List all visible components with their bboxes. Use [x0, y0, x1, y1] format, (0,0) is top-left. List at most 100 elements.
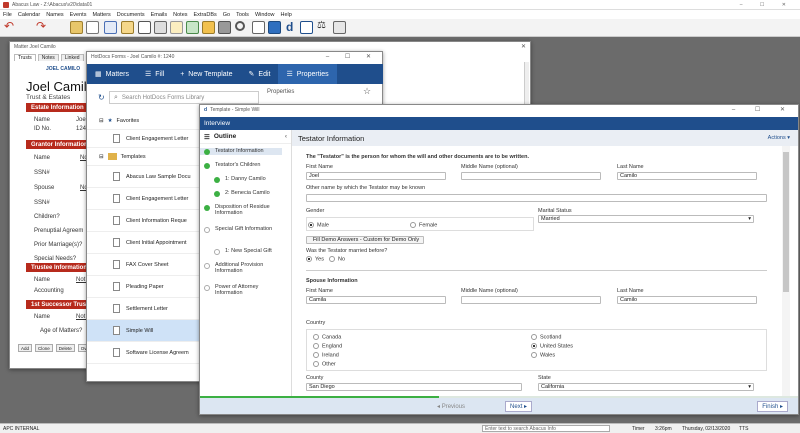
nav-properties[interactable]: ☰ Properties [278, 64, 337, 84]
scroll-thumb[interactable] [783, 152, 789, 292]
matter-btn-1[interactable]: Clone [35, 344, 53, 352]
middle-name-input[interactable] [461, 172, 601, 180]
menu-go[interactable]: Go [223, 12, 230, 18]
matter-tab-linked[interactable]: Linked [60, 54, 84, 61]
matter-btn-2[interactable]: Delete [55, 344, 75, 352]
d-icon[interactable]: d [286, 20, 299, 34]
outline-item[interactable]: 1: Danny Camilo [200, 176, 282, 183]
refresh-icon[interactable]: ↻ [98, 93, 105, 102]
radio-icon[interactable] [531, 343, 537, 349]
menu-events[interactable]: Events [70, 12, 87, 18]
outline-item[interactable]: Power of Attorney Information [200, 284, 282, 296]
radio-icon[interactable] [531, 334, 537, 340]
law-library-icon[interactable] [300, 21, 313, 34]
outline-item[interactable]: 2: Benecia Camilo [200, 190, 282, 197]
marital-status-select[interactable]: Married ▾ [538, 215, 754, 223]
money-icon[interactable] [202, 21, 215, 34]
spouse-last-input[interactable]: Camilo [617, 296, 757, 304]
country-option[interactable]: Wales [531, 352, 555, 358]
state-select[interactable]: California ▾ [538, 383, 754, 391]
country-option[interactable]: Canada [313, 334, 341, 340]
next-button[interactable]: Next ▸ [505, 400, 533, 412]
spouse-first-input[interactable]: Camila [306, 296, 446, 304]
menu-extradbs[interactable]: ExtraDBs [194, 12, 217, 18]
first-name-input[interactable]: Joel [306, 172, 446, 180]
yes-radio[interactable] [306, 256, 312, 262]
forward-icon[interactable]: ↷ [36, 19, 49, 33]
no-radio[interactable] [329, 256, 335, 262]
nav-fill[interactable]: ☰ Fill [137, 64, 172, 84]
outline-item[interactable]: Testator's Children [200, 162, 282, 169]
country-option[interactable]: Scotland [531, 334, 561, 340]
outline-item[interactable]: Testator Information [200, 148, 282, 155]
married-no[interactable]: No [329, 256, 345, 262]
window-controls[interactable]: ‒ ☐ ✕ [740, 2, 794, 8]
events-icon[interactable] [104, 21, 117, 34]
outline-panel: ☰ Outline ‹ Testator Information Testator'… [200, 130, 292, 400]
menu-calendar[interactable]: Calendar [18, 12, 40, 18]
country-option[interactable]: Other [313, 361, 336, 367]
notes-icon[interactable] [170, 21, 183, 34]
star-icon[interactable]: ☆ [363, 86, 371, 97]
outline-item[interactable]: 1: New Special Gift [200, 248, 282, 255]
print-icon[interactable] [218, 21, 231, 34]
outline-item[interactable]: Disposition of Residue Information [200, 204, 282, 216]
finish-button[interactable]: Finish ▸ [757, 400, 788, 412]
country-option[interactable]: England [313, 343, 342, 349]
form-scrollbar[interactable] [782, 146, 790, 396]
nav-edit[interactable]: ✎ Edit [241, 64, 279, 84]
radio-icon[interactable] [313, 352, 319, 358]
country-option[interactable]: United States [531, 343, 573, 349]
menu-documents[interactable]: Documents [117, 12, 145, 18]
country-option[interactable]: Ireland [313, 352, 339, 358]
radio-icon[interactable] [313, 334, 319, 340]
scales-icon[interactable]: ⚖ [317, 20, 330, 33]
spouse-middle-input[interactable] [461, 296, 601, 304]
hotdocs-window-controls[interactable]: ‒ ☐ ✕ [326, 53, 378, 60]
menu-file[interactable]: File [3, 12, 12, 18]
interview-window-controls[interactable]: ‒ ☐ ✕ [732, 106, 794, 113]
status-search[interactable]: Enter text to search Abacus Info [482, 425, 610, 432]
other-name-input[interactable] [306, 194, 767, 202]
last-name-input[interactable]: Camilo [617, 172, 757, 180]
married-yes[interactable]: Yes [306, 256, 324, 262]
menu-names[interactable]: Names [46, 12, 63, 18]
menu-window[interactable]: Window [255, 12, 275, 18]
search-icon[interactable] [235, 21, 245, 31]
previous-button[interactable]: ◂ Previous [437, 403, 465, 410]
timer-label[interactable]: Timer [632, 426, 645, 432]
grid-icon[interactable] [154, 21, 167, 34]
matters-icon[interactable] [121, 21, 134, 34]
matter-btn-0[interactable]: Add [18, 344, 33, 352]
inbox-icon[interactable] [268, 21, 281, 34]
back-icon[interactable]: ↶ [4, 19, 17, 33]
menu-notes[interactable]: Notes [173, 12, 187, 18]
nav-matters[interactable]: ▦ Matters [87, 64, 137, 84]
menu-matters[interactable]: Matters [92, 12, 110, 18]
actions-menu[interactable]: Actions ▾ [768, 135, 790, 141]
fill-demo-button[interactable]: Fill Demo Answers - Custom for Demo Only [306, 236, 424, 244]
menu-emails[interactable]: Emails [151, 12, 168, 18]
matter-close[interactable]: ✕ [521, 43, 526, 50]
reports-icon[interactable] [333, 21, 346, 34]
radio-icon[interactable] [313, 343, 319, 349]
radio-icon[interactable] [531, 352, 537, 358]
outline-item[interactable]: Additional Provision Information [200, 262, 282, 274]
radio-icon[interactable] [313, 361, 319, 367]
menu-tools[interactable]: Tools [236, 12, 249, 18]
other-name-label: Other name by which the Testator may be … [306, 185, 426, 191]
billing-icon[interactable] [186, 21, 199, 34]
docs-icon[interactable] [138, 21, 151, 34]
calendar-icon[interactable] [86, 21, 99, 34]
names-icon[interactable] [70, 21, 83, 34]
search-box[interactable]: ⌕ Search HotDocs Forms Library [109, 91, 259, 104]
county-input[interactable]: San Diego [306, 383, 522, 391]
outline-item[interactable]: Special Gift Information [200, 226, 282, 233]
matter-tab-trusts[interactable]: Trusts [14, 54, 36, 61]
collapse-icon[interactable]: ‹ [285, 133, 287, 140]
check-circle-icon [204, 163, 210, 169]
menu-help[interactable]: Help [281, 12, 292, 18]
matter-tab-notes[interactable]: Notes [37, 54, 59, 61]
email-icon[interactable] [252, 21, 265, 34]
nav-new-template[interactable]: + New Template [172, 64, 240, 84]
